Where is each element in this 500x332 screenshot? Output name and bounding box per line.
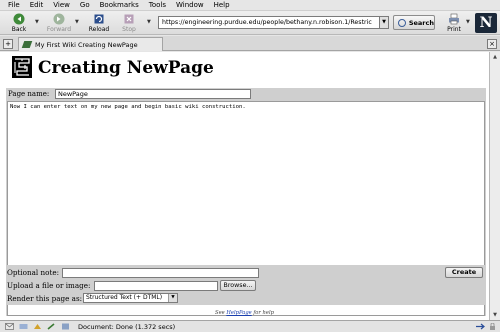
close-tab-button[interactable]: × bbox=[487, 39, 497, 49]
scroll-up-icon[interactable]: ▲ bbox=[491, 53, 499, 61]
tab-current[interactable]: My First Wiki Creating NewPage bbox=[18, 37, 163, 51]
menu-file[interactable]: File bbox=[8, 1, 20, 9]
menu-view[interactable]: View bbox=[53, 1, 70, 9]
reload-label: Reload bbox=[88, 26, 110, 33]
menu-window[interactable]: Window bbox=[176, 1, 204, 9]
status-indicators bbox=[476, 323, 496, 330]
optional-note-label: Optional note: bbox=[7, 268, 60, 277]
menu-bookmarks[interactable]: Bookmarks bbox=[100, 1, 139, 9]
forward-label: Forward bbox=[46, 26, 72, 33]
search-button[interactable]: Search bbox=[393, 15, 435, 30]
optional-note-input[interactable] bbox=[62, 268, 259, 278]
forward-history-dropdown[interactable]: ▼ bbox=[75, 19, 79, 25]
browse-button[interactable]: Browse... bbox=[220, 280, 256, 291]
security-lock-icon bbox=[490, 323, 495, 330]
chat-icon[interactable] bbox=[33, 323, 42, 330]
browser-throbber-logo: N bbox=[475, 13, 497, 33]
tab-bar: + My First Wiki Creating NewPage × bbox=[0, 36, 500, 51]
forward-button[interactable]: Forward bbox=[44, 12, 74, 34]
help-suffix: for help bbox=[253, 310, 274, 316]
back-label: Back bbox=[11, 26, 27, 33]
menu-help[interactable]: Help bbox=[214, 1, 230, 9]
page-favicon-icon bbox=[21, 41, 33, 48]
menu-go[interactable]: Go bbox=[80, 1, 90, 9]
tab-title: My First Wiki Creating NewPage bbox=[35, 40, 138, 49]
search-label: Search bbox=[408, 18, 434, 27]
form-options: Optional note: Create Upload a file or i… bbox=[6, 265, 486, 305]
render-as-label: Render this page as: bbox=[7, 294, 83, 303]
page-title: Creating NewPage bbox=[38, 58, 214, 78]
status-text: Document: Done (1.372 secs) bbox=[78, 322, 176, 331]
stop-label: Stop bbox=[122, 26, 136, 33]
upload-file-input[interactable] bbox=[94, 281, 218, 291]
url-input[interactable]: https://engineering.purdue.edu/people/be… bbox=[158, 16, 380, 29]
scroll-down-icon[interactable]: ▼ bbox=[491, 311, 499, 319]
help-page-link[interactable]: HelpPage bbox=[226, 310, 251, 316]
render-format-select[interactable]: Structured Text (+ DTML) ▼ bbox=[83, 293, 178, 303]
new-tab-button[interactable]: + bbox=[3, 39, 13, 49]
page-name-input[interactable]: NewPage bbox=[55, 89, 251, 99]
back-arrow-icon bbox=[13, 13, 25, 25]
online-status-icon bbox=[476, 323, 485, 330]
reload-button[interactable]: Reload bbox=[84, 12, 114, 34]
printer-icon bbox=[449, 13, 459, 25]
print-button[interactable]: Print bbox=[439, 12, 469, 34]
back-history-dropdown[interactable]: ▼ bbox=[35, 19, 39, 25]
url-history-dropdown[interactable]: ▼ bbox=[380, 16, 389, 29]
stop-icon bbox=[124, 14, 134, 24]
toolbar-customize-dropdown[interactable]: ▼ bbox=[147, 19, 151, 25]
vertical-scrollbar[interactable]: ▲ ▼ bbox=[489, 52, 500, 320]
print-dropdown[interactable]: ▼ bbox=[466, 19, 470, 25]
stop-button[interactable]: Stop bbox=[114, 12, 144, 34]
wiki-logo-icon bbox=[12, 56, 32, 78]
help-line: See HelpPage for help bbox=[0, 310, 489, 316]
print-label: Print bbox=[447, 26, 461, 33]
upload-label: Upload a file or image: bbox=[7, 281, 91, 290]
reload-icon bbox=[94, 14, 104, 24]
page-name-label: Page name: bbox=[8, 90, 50, 98]
composer-icon[interactable] bbox=[19, 323, 28, 330]
forward-arrow-icon bbox=[53, 13, 65, 25]
menu-bar: File Edit View Go Bookmarks Tools Window… bbox=[0, 0, 500, 11]
back-button[interactable]: Back bbox=[4, 12, 34, 34]
mail-icon[interactable] bbox=[5, 323, 14, 330]
status-bar: Document: Done (1.372 secs) bbox=[0, 320, 500, 332]
menu-edit[interactable]: Edit bbox=[30, 1, 44, 9]
edit-pencil-icon[interactable] bbox=[47, 323, 56, 330]
chevron-down-icon: ▼ bbox=[168, 294, 177, 302]
search-icon bbox=[398, 18, 406, 27]
render-format-value: Structured Text (+ DTML) bbox=[86, 294, 163, 301]
address-book-icon[interactable] bbox=[61, 323, 70, 330]
help-prefix: See bbox=[215, 310, 225, 316]
create-button[interactable]: Create bbox=[445, 267, 483, 278]
menu-tools[interactable]: Tools bbox=[149, 1, 166, 9]
